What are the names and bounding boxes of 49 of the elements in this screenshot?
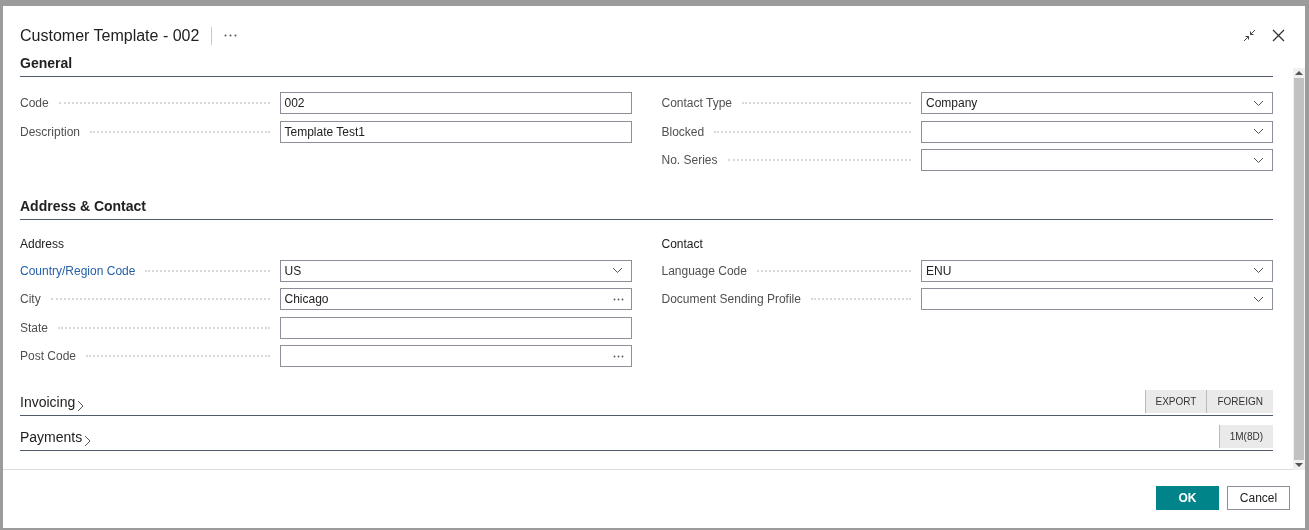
- cancel-button[interactable]: Cancel: [1227, 486, 1290, 510]
- dropdown-field[interactable]: US: [279, 259, 632, 282]
- field-label: Post Code: [20, 348, 77, 366]
- input-field[interactable]: Template Test1: [279, 120, 632, 143]
- scrollbar-thumb[interactable]: [1294, 78, 1304, 460]
- dropdown-field[interactable]: [921, 120, 1273, 143]
- input-field[interactable]: [279, 316, 632, 339]
- field-label: State: [20, 319, 49, 337]
- field-label: No. Series: [661, 152, 718, 170]
- chevron-icon[interactable]: [84, 434, 92, 447]
- chevron-icon[interactable]: [77, 399, 85, 412]
- section-title[interactable]: Address & Contact: [20, 195, 147, 217]
- dropdown-field[interactable]: ENU: [921, 259, 1273, 282]
- scrollbar[interactable]: [1293, 68, 1305, 470]
- field-label: Language Code: [661, 262, 747, 280]
- dropdown-field[interactable]: Company: [921, 92, 1273, 115]
- more-icon[interactable]: [612, 354, 624, 358]
- field-label: City: [20, 291, 41, 309]
- group-heading: Address: [20, 236, 66, 253]
- chevron-down-icon[interactable]: [1253, 295, 1264, 303]
- dropdown-field[interactable]: [921, 149, 1273, 172]
- chevron-down-icon[interactable]: [1253, 156, 1264, 164]
- lookup-field[interactable]: Chicago: [279, 288, 632, 311]
- lookup-field[interactable]: [279, 345, 632, 368]
- field-label: Description: [20, 123, 81, 141]
- dialog-title: Customer Template - 002: [20, 25, 200, 46]
- section-title[interactable]: Invoicing: [20, 391, 76, 413]
- group-heading: Contact: [661, 236, 704, 253]
- dropdown-field[interactable]: [921, 288, 1273, 311]
- field-label: Contact Type: [661, 95, 732, 113]
- close-icon[interactable]: [1272, 29, 1285, 42]
- collapse-icon[interactable]: [1243, 29, 1256, 42]
- field-label: Code: [20, 95, 49, 113]
- more-icon[interactable]: [612, 297, 624, 301]
- tag: 1M(8D): [1218, 424, 1273, 448]
- chevron-down-icon[interactable]: [1253, 267, 1264, 275]
- field-label: Blocked: [661, 123, 705, 141]
- tag: EXPORT: [1144, 389, 1207, 413]
- tag: FOREIGN: [1206, 389, 1273, 413]
- chevron-down-icon[interactable]: [1253, 99, 1264, 107]
- section-title[interactable]: General: [20, 53, 73, 74]
- field-label: Document Sending Profile: [661, 291, 801, 309]
- chevron-down-icon[interactable]: [1253, 128, 1264, 136]
- chevron-down-icon[interactable]: [611, 267, 623, 275]
- more-icon[interactable]: [224, 34, 238, 37]
- field-label-link[interactable]: Country/Region Code: [20, 261, 136, 280]
- input-field[interactable]: 002: [279, 92, 632, 115]
- section-title[interactable]: Payments: [20, 426, 83, 448]
- ok-button[interactable]: OK: [1156, 486, 1219, 510]
